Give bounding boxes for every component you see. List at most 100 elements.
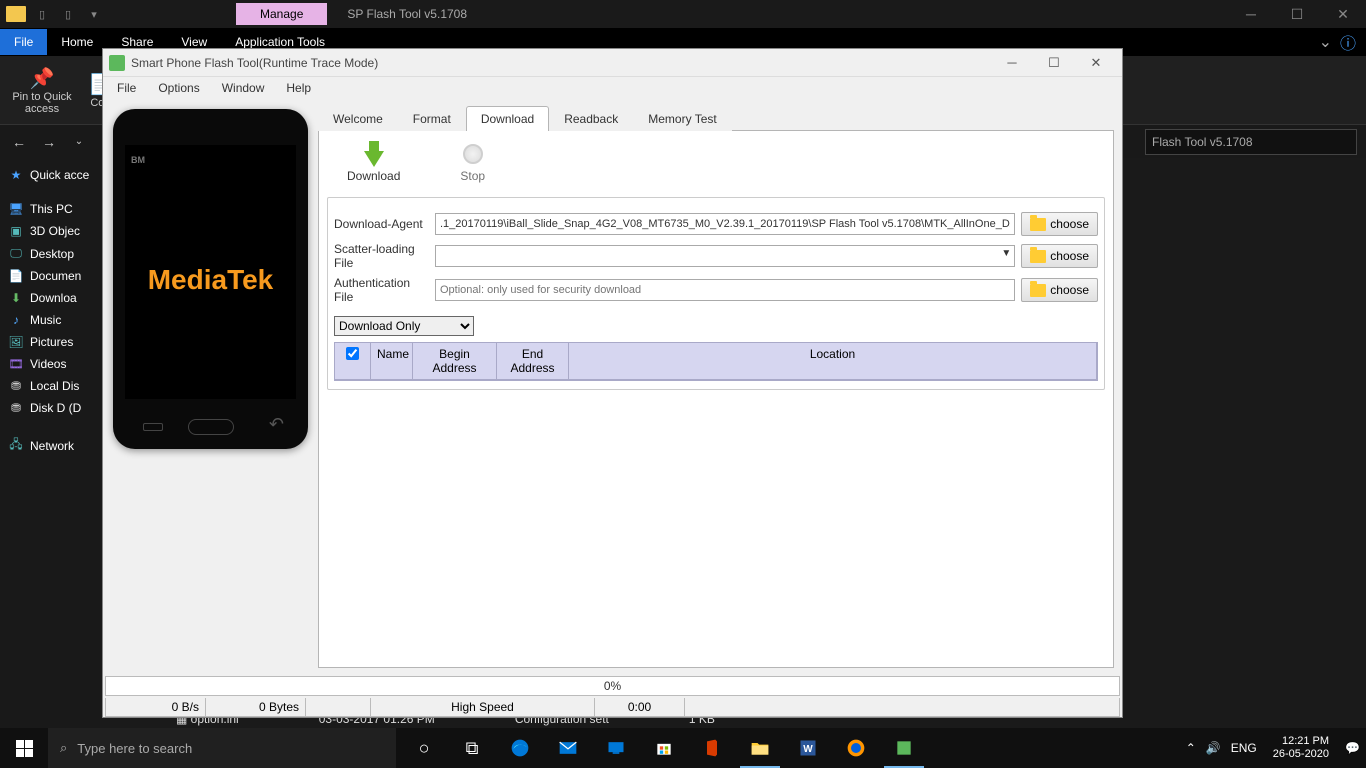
status-bytes: 0 Bytes	[206, 698, 306, 716]
dropdown-icon[interactable]: ▼	[1001, 248, 1011, 259]
nav-back[interactable]: ←	[5, 128, 33, 156]
office-icon[interactable]	[688, 728, 736, 768]
ribbon-expand-icon[interactable]: ⌄	[1319, 32, 1332, 52]
help-icon[interactable]: ⓘ	[1340, 30, 1356, 54]
menu-window[interactable]: Window	[212, 77, 275, 99]
maximize-button[interactable]: ☐	[1034, 51, 1074, 75]
sidebar-item[interactable]: 📄Documen	[2, 265, 98, 287]
download-mode-select[interactable]: Download Only	[334, 316, 474, 336]
tab-format[interactable]: Format	[398, 106, 466, 131]
sidebar-item[interactable]: ▣3D Objec	[2, 220, 98, 242]
pin-to-quick-access[interactable]: 📌 Pin to Quick access	[8, 60, 76, 120]
sidebar-item[interactable]: 🖼Pictures	[2, 331, 98, 353]
taskbar: ⌕ Type here to search ○ ⧉ W ⌃ 🔊 ENG 12:2…	[0, 728, 1366, 768]
status-mode: High Speed	[371, 698, 595, 716]
pc-icon: 🖥	[8, 202, 24, 216]
tab-memory-test[interactable]: Memory Test	[633, 106, 731, 131]
menu-file[interactable]: File	[107, 77, 146, 99]
edge-icon[interactable]	[496, 728, 544, 768]
tab-download[interactable]: Download	[466, 106, 549, 131]
ribbon-home[interactable]: Home	[47, 29, 107, 55]
download-action[interactable]: Download	[347, 141, 400, 183]
nav-forward[interactable]: →	[35, 128, 63, 156]
sidebar-network[interactable]: 🖧Network	[2, 431, 98, 460]
tab-welcome[interactable]: Welcome	[318, 106, 398, 131]
word-icon[interactable]: W	[784, 728, 832, 768]
qat-item[interactable]: ▯	[30, 3, 54, 25]
cube-icon: ▣	[8, 224, 24, 238]
sidebar-item[interactable]: 🎞Videos	[2, 353, 98, 375]
header-begin: Begin Address	[413, 343, 497, 379]
ribbon-file[interactable]: File	[0, 29, 47, 55]
status-rate: 0 B/s	[106, 698, 206, 716]
sidebar-item[interactable]: ⬇Downloa	[2, 287, 98, 309]
status-blank	[306, 698, 371, 716]
documents-icon: 📄	[8, 269, 24, 283]
pictures-icon: 🖼	[8, 335, 24, 349]
cortana-icon[interactable]: ○	[400, 728, 448, 768]
choose-scatter-button[interactable]: choose	[1021, 244, 1098, 268]
videos-icon: 🎞	[8, 357, 24, 371]
close-button[interactable]: ✕	[1320, 0, 1366, 28]
star-icon: ★	[8, 168, 24, 182]
sidebar-this-pc[interactable]: 🖥This PC	[2, 198, 98, 220]
folder-icon	[1030, 250, 1046, 263]
menu-options[interactable]: Options	[148, 77, 209, 99]
minimize-button[interactable]: ─	[992, 51, 1032, 75]
stop-action[interactable]: Stop	[460, 141, 485, 183]
sidebar-item[interactable]: ⛃Local Dis	[2, 375, 98, 397]
phone-graphic: BM MediaTek ↶	[113, 109, 308, 449]
scatter-label: Scatter-loading File	[334, 242, 429, 270]
sidebar-item[interactable]: ⛃Disk D (D	[2, 397, 98, 419]
firefox-icon[interactable]	[832, 728, 880, 768]
nav-history-icon[interactable]: ⌄	[65, 128, 93, 156]
explorer-icon[interactable]	[736, 728, 784, 768]
status-blank2	[685, 698, 1119, 716]
sidebar-item[interactable]: 🖵Desktop	[2, 242, 98, 265]
app-icon	[109, 55, 125, 71]
sidebar-item[interactable]: ♪Music	[2, 309, 98, 331]
minimize-button[interactable]: ─	[1228, 0, 1274, 28]
task-view-icon[interactable]: ⧉	[448, 728, 496, 768]
menubar: File Options Window Help	[103, 77, 1122, 99]
da-label: Download-Agent	[334, 217, 429, 231]
clock[interactable]: 12:21 PM 26-05-2020	[1267, 735, 1335, 761]
tab-readback[interactable]: Readback	[549, 106, 633, 131]
start-button[interactable]	[0, 728, 48, 768]
header-checkbox[interactable]	[335, 343, 371, 379]
taskbar-search[interactable]: ⌕ Type here to search	[48, 728, 396, 768]
disk-icon: ⛃	[8, 379, 24, 393]
status-bar: 0 B/s 0 Bytes High Speed 0:00	[105, 698, 1120, 717]
store-icon[interactable]	[640, 728, 688, 768]
notifications-icon[interactable]: 💬	[1345, 741, 1360, 755]
menu-help[interactable]: Help	[276, 77, 321, 99]
downloads-icon: ⬇	[8, 291, 24, 305]
volume-icon[interactable]: 🔊	[1206, 741, 1221, 755]
language-indicator[interactable]: ENG	[1231, 741, 1257, 755]
maximize-button[interactable]: ☐	[1274, 0, 1320, 28]
sidebar-quick-access[interactable]: ★Quick acce	[2, 164, 98, 186]
qat-dropdown[interactable]: ▾	[82, 3, 106, 25]
auth-label: Authentication File	[334, 276, 429, 304]
auth-file-input[interactable]	[435, 279, 1015, 301]
choose-auth-button[interactable]: choose	[1021, 278, 1098, 302]
header-location: Location	[569, 343, 1097, 379]
search-icon: ⌕	[60, 740, 67, 756]
search-box-explorer[interactable]: Flash Tool v5.1708	[1145, 129, 1357, 155]
choose-da-button[interactable]: choose	[1021, 212, 1098, 236]
explorer-title: SP Flash Tool v5.1708	[347, 7, 467, 21]
music-icon: ♪	[8, 313, 24, 327]
anydesk-icon[interactable]	[592, 728, 640, 768]
mail-icon[interactable]	[544, 728, 592, 768]
qat-item[interactable]: ▯	[56, 3, 80, 25]
close-button[interactable]: ✕	[1076, 51, 1116, 75]
scatter-file-input[interactable]	[435, 245, 1015, 267]
manage-tab[interactable]: Manage	[236, 3, 327, 25]
progress-bar: 0%	[105, 676, 1120, 696]
spft-window: Smart Phone Flash Tool(Runtime Trace Mod…	[102, 48, 1123, 718]
folder-icon	[6, 6, 26, 22]
status-time: 0:00	[595, 698, 685, 716]
spft-taskbar-icon[interactable]	[880, 728, 928, 768]
tray-overflow-icon[interactable]: ⌃	[1186, 741, 1196, 755]
download-agent-input[interactable]	[435, 213, 1015, 235]
